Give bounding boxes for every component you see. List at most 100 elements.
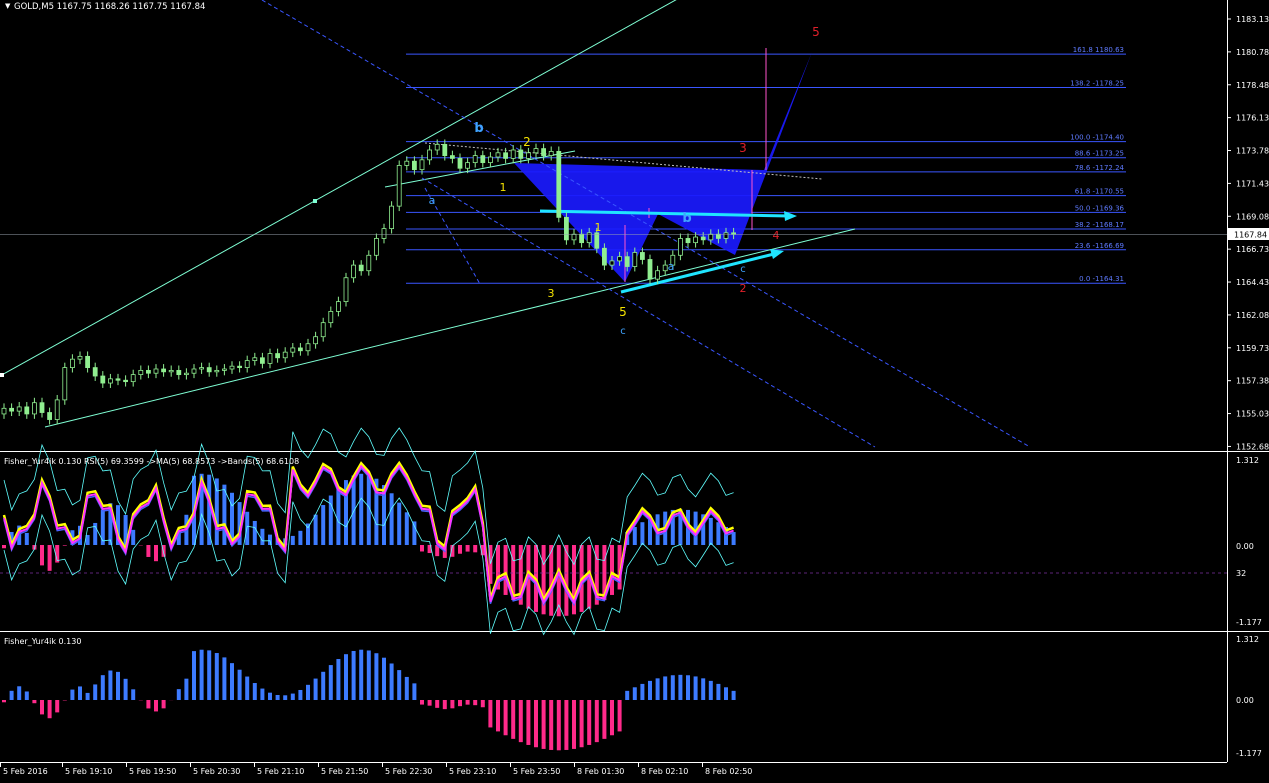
time-label: 5 Feb 20:30	[193, 767, 240, 776]
candle-body	[510, 149, 516, 159]
fib-label: 88.6 -1173.25	[1075, 150, 1124, 158]
histogram-bar	[100, 675, 105, 700]
wave-label: a	[429, 194, 436, 207]
current-price-label: 1167.84	[1234, 231, 1267, 240]
candle-body	[130, 374, 136, 383]
candle-body	[389, 205, 395, 230]
histogram-bar	[442, 700, 447, 710]
candle-body	[640, 252, 645, 260]
trendline-anchor[interactable]	[0, 373, 4, 377]
candle-body	[495, 152, 501, 158]
dropdown-arrow-icon[interactable]: ▼	[5, 2, 11, 10]
time-label: 5 Feb 21:50	[321, 767, 368, 776]
wave-label: 2	[523, 135, 531, 149]
axis-label: 1176.13	[1236, 114, 1269, 123]
histogram-bar	[2, 700, 6, 703]
histogram-bar	[602, 700, 607, 739]
candle-body	[244, 360, 250, 368]
candle-body	[647, 259, 653, 280]
histogram-bar	[222, 484, 227, 545]
axis-label: 1164.43	[1236, 278, 1269, 287]
chart-window[interactable]: 161.8 1180.63 138.2 -1178.25 100.0 -1174.4…	[0, 0, 1269, 783]
time-label: 5 Feb 19:50	[129, 767, 176, 776]
histogram-bar	[404, 676, 409, 700]
panel2-axis-label: 1.312	[1236, 635, 1259, 644]
candle-body	[9, 407, 15, 412]
histogram-bar	[511, 700, 516, 739]
candle-body	[404, 160, 410, 166]
histogram-bar	[275, 694, 280, 700]
histogram-bar	[648, 680, 652, 700]
histogram-bar	[298, 689, 303, 700]
fib-label: 50.0 -1169.36	[1075, 204, 1125, 212]
histogram-bar	[154, 700, 158, 712]
histogram-bar	[146, 700, 151, 709]
histogram-bar	[100, 509, 105, 545]
candle-body	[442, 143, 448, 157]
trendline-anchor[interactable]	[313, 199, 317, 203]
histogram-bar	[260, 528, 265, 545]
candle-body	[434, 143, 440, 151]
histogram-bar	[161, 700, 166, 709]
candle-body	[655, 270, 660, 280]
time-label: 5 Feb 23:10	[449, 767, 496, 776]
candle-body	[335, 301, 341, 312]
candle-body	[571, 233, 577, 241]
candle-body	[47, 412, 52, 420]
histogram-bar	[283, 695, 288, 700]
histogram-bar	[716, 683, 721, 700]
candle-body	[153, 368, 159, 374]
histogram-bar	[678, 674, 683, 700]
axis-label: 1166.73	[1236, 245, 1269, 254]
chart-title: GOLD,M5 1167.75 1168.26 1167.75 1167.84	[14, 2, 205, 12]
histogram-bar	[24, 691, 29, 700]
candle-body	[716, 233, 721, 239]
wave-label: b	[474, 121, 483, 136]
candle-body	[457, 158, 463, 169]
histogram-bar	[47, 700, 52, 719]
panel1-header: Fisher_Yur4ik 0.130 RSI(5) 69.3599 ->MA(…	[4, 457, 299, 466]
candle-body	[480, 155, 486, 164]
histogram-bar	[154, 545, 158, 562]
histogram-bar	[214, 478, 219, 545]
histogram-bar	[572, 700, 576, 749]
histogram-bar	[47, 545, 52, 571]
histogram-bar	[131, 689, 136, 700]
candle-body	[24, 406, 30, 415]
time-label: 8 Feb 02:10	[641, 767, 688, 776]
axis-label: 1159.73	[1236, 344, 1269, 353]
histogram-bar	[328, 665, 333, 700]
wave-label: 5	[812, 25, 820, 39]
candle-body	[624, 256, 630, 267]
candle-body	[472, 155, 478, 164]
histogram-bar	[245, 676, 250, 700]
histogram-bar	[252, 520, 257, 545]
histogram-bar	[458, 545, 462, 554]
histogram-bar	[93, 684, 98, 700]
histogram-bar	[321, 505, 326, 545]
histogram-bar	[617, 700, 622, 732]
histogram-bar	[306, 684, 310, 700]
histogram-bar	[313, 678, 318, 700]
candle-body	[358, 264, 364, 272]
candle-body	[267, 353, 273, 364]
histogram-bar	[465, 700, 470, 705]
fib-label: 100.0 -1174.40	[1070, 134, 1124, 142]
histogram-bar	[359, 649, 364, 700]
histogram-bar	[176, 689, 181, 700]
candle-body	[138, 370, 144, 376]
candle-body	[609, 260, 615, 266]
candle-body	[115, 378, 121, 381]
histogram-bar	[184, 678, 189, 700]
histogram-bar	[108, 670, 113, 700]
histogram-bar	[336, 659, 341, 700]
histogram-bar	[450, 700, 455, 709]
wave-label: 3	[548, 287, 555, 300]
histogram-bar	[427, 700, 432, 706]
candle-body	[381, 228, 387, 239]
histogram-bar	[78, 686, 82, 700]
candle-body	[556, 150, 562, 218]
time-label: 8 Feb 02:50	[705, 767, 752, 776]
panel1-axis-label: 1.312	[1236, 456, 1259, 465]
fib-label: 38.2 -1168.17	[1075, 221, 1124, 229]
